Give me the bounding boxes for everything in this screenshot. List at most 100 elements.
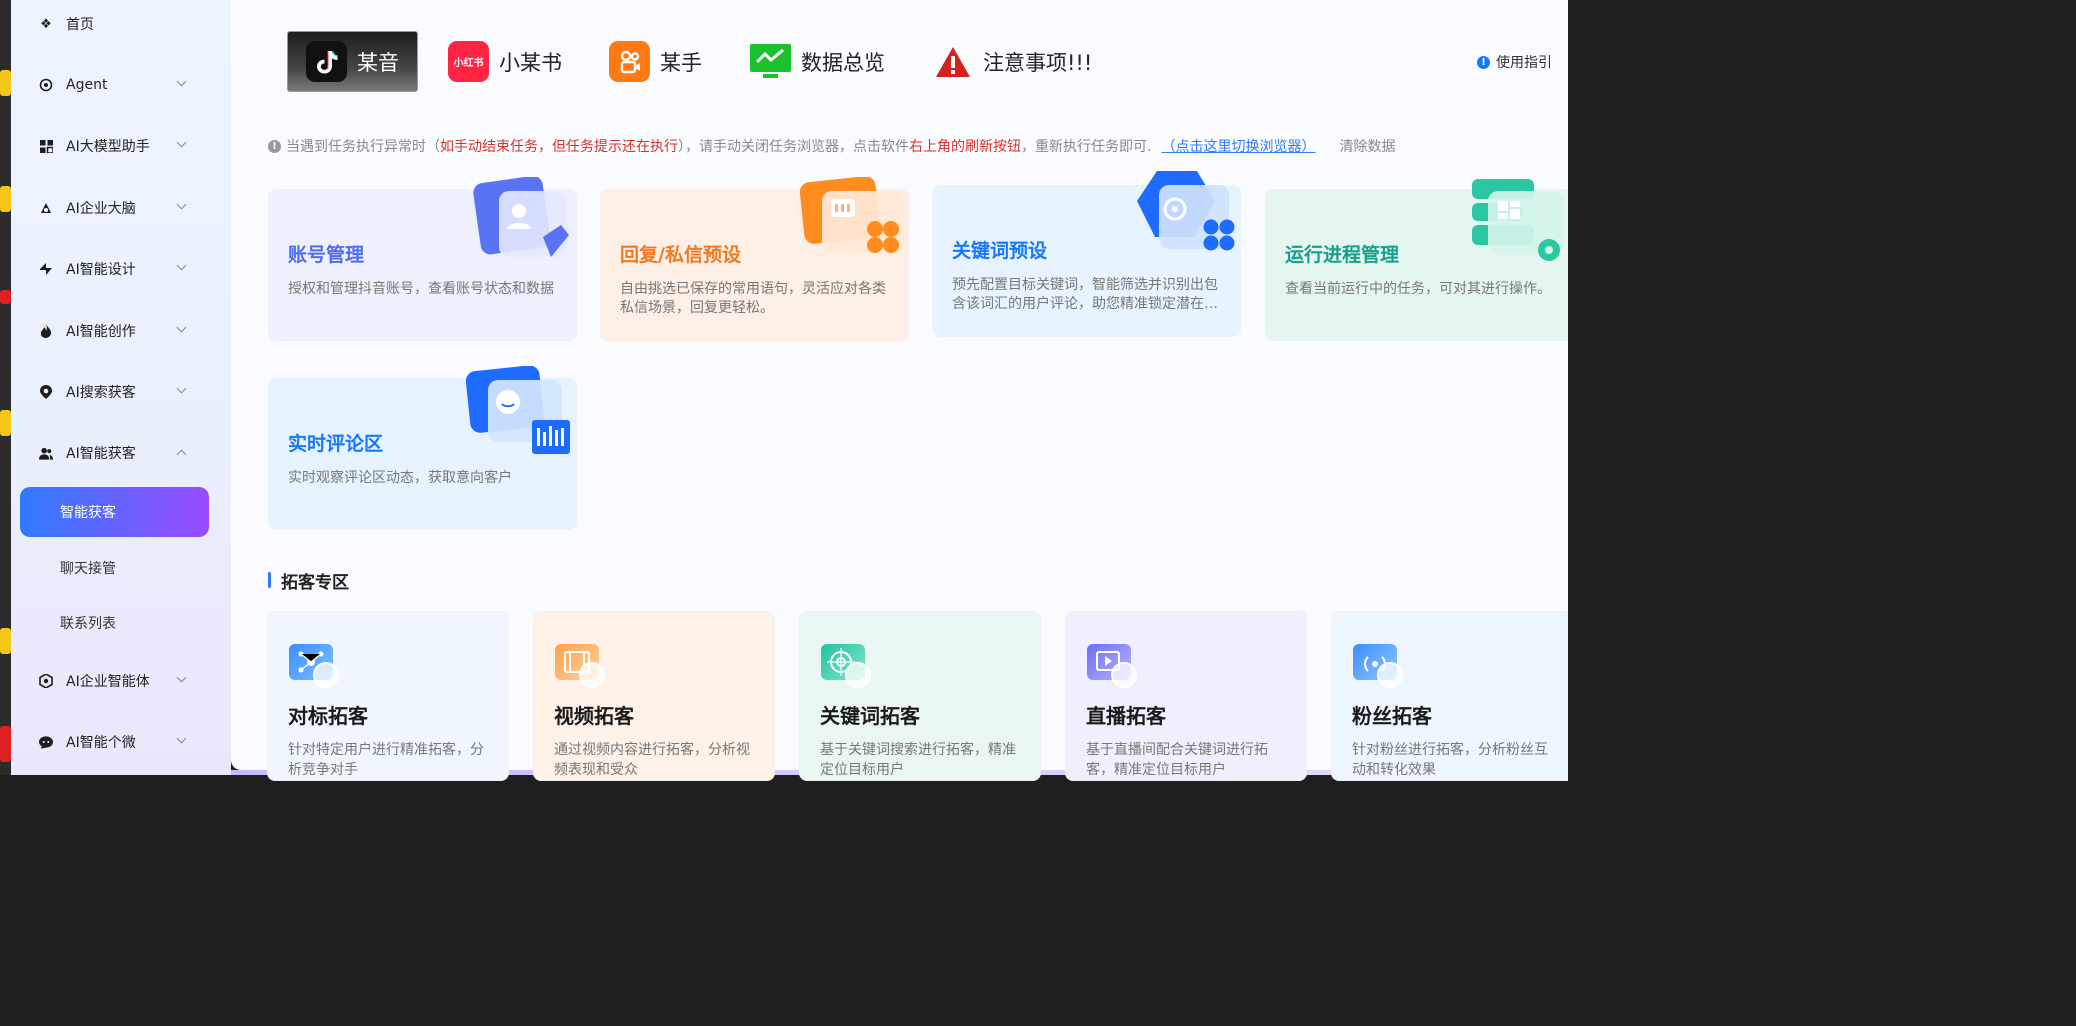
taskbar-app-icon[interactable]	[0, 726, 11, 762]
chevron-down-icon	[176, 383, 187, 394]
info-icon: !	[268, 139, 281, 153]
card-live-comments[interactable]: 实时评论区 实时观察评论区动态，获取意向客户	[268, 365, 577, 530]
notice-highlight: 右上角的刷新按钮	[909, 139, 1021, 155]
taskbar-app-icon[interactable]	[0, 410, 11, 436]
sidebar-item-label: AI智能创作	[66, 324, 136, 340]
usage-guide-label: 使用指引	[1496, 55, 1552, 71]
card-description: 查看当前运行中的任务，可对其进行操作。	[1285, 281, 1551, 297]
card-title: 回复/私信预设	[620, 244, 741, 266]
card-title: 对标拓客	[288, 704, 368, 728]
sidebar-item-ai-personal-wechat[interactable]: AI智能个微	[11, 722, 231, 762]
xiaohongshu-logo-icon: 小红书	[448, 41, 489, 82]
douyin-logo-icon	[306, 41, 347, 82]
sidebar-item-agent[interactable]: Agent	[11, 65, 231, 105]
tab-xiaohongshu[interactable]: 小红书 小某书	[448, 31, 562, 92]
chat-icon	[39, 735, 53, 749]
os-taskbar-strip	[0, 0, 11, 775]
card-title: 实时评论区	[288, 433, 384, 455]
sidebar-item-ai-design[interactable]: AI智能设计	[11, 249, 231, 289]
location-icon	[39, 385, 53, 399]
card-description: 针对粉丝进行拓客，分析粉丝互动和转化效果	[1352, 742, 1548, 778]
card-title: 关键词预设	[952, 240, 1048, 262]
sidebar-item-ai-search-leads[interactable]: AI搜索获客	[11, 372, 231, 412]
sidebar-subitem-chat-takeover[interactable]: 聊天接管	[20, 543, 209, 593]
notice-bar: ! 当遇到任务执行异常时（ 如手动结束任务，但任务提示还在执行 ），请手动关闭任…	[268, 136, 1395, 156]
section-title-lead-zone: 拓客专区	[268, 570, 349, 593]
tab-label: 某音	[357, 50, 399, 75]
card-account-management[interactable]: 账号管理 授权和管理抖音账号，查看账号状态和数据	[268, 175, 577, 341]
sidebar-item-label: AI智能获客	[66, 446, 136, 462]
sidebar-item-ai-model-assistant[interactable]: AI大模型助手	[11, 126, 231, 166]
card-live-leads[interactable]: 直播拓客 基于直播间配合关键词进行拓客，精准定位目标用户	[1065, 611, 1307, 781]
card-keyword-preset[interactable]: 关键词预设 预先配置目标关键词，智能筛选并识别出包含该词汇的用户评论，助您精准锁…	[932, 171, 1241, 337]
clear-data-button[interactable]: 清除数据	[1339, 136, 1395, 156]
sidebar-item-label: AI智能设计	[66, 262, 136, 278]
sidebar-subitem-smart-leads[interactable]: 智能获客	[20, 487, 209, 537]
dashboard-icon	[1468, 177, 1568, 273]
chevron-down-icon	[176, 733, 187, 744]
user-badge-icon	[1377, 662, 1403, 688]
card-description: 通过视频内容进行拓客，分析视频表现和受众	[554, 742, 750, 778]
sidebar-item-ai-smart-leads[interactable]: AI智能获客	[11, 433, 231, 473]
card-title: 关键词拓客	[820, 704, 920, 728]
tab-douyin[interactable]: 某音	[287, 31, 418, 92]
card-description: 预先配置目标关键词，智能筛选并识别出包含该词汇的用户评论，助您精准锁定潜在…	[952, 277, 1218, 312]
card-title: 粉丝拓客	[1352, 704, 1432, 728]
card-description: 实时观察评论区动态，获取意向客户	[288, 470, 512, 486]
sidebar-item-enterprise-brain[interactable]: AI企业大脑	[11, 188, 231, 228]
kuaishou-logo-icon	[609, 41, 650, 82]
sidebar-item-label: AI企业智能体	[66, 674, 150, 690]
section-title-text: 拓客专区	[281, 572, 349, 593]
tab-data-overview[interactable]: 数据总览	[750, 31, 885, 92]
film-icon	[555, 644, 605, 688]
card-video-leads[interactable]: 视频拓客 通过视频内容进行拓客，分析视频表现和受众	[533, 611, 775, 781]
taskbar-app-icon[interactable]	[0, 628, 11, 654]
sidebar-subitem-contact-list[interactable]: 联系列表	[20, 598, 209, 648]
card-title: 视频拓客	[554, 704, 634, 728]
chevron-down-icon	[176, 137, 187, 148]
sidebar: ❖ 首页 Agent AI大模型助手 AI企业大脑 AI智能设计 AI智能创作	[11, 0, 231, 775]
grid-icon	[39, 139, 53, 153]
usage-guide-link[interactable]: ! 使用指引	[1477, 52, 1552, 72]
notice-highlight: 如手动结束任务，但任务提示还在执行	[440, 139, 678, 155]
card-description: 基于关键词搜索进行拓客，精准定位目标用户	[820, 742, 1016, 778]
card-fan-leads[interactable]: 粉丝拓客 针对粉丝进行拓客，分析粉丝互动和转化效果	[1331, 611, 1568, 781]
card-benchmark-leads[interactable]: 对标拓客 针对特定用户进行精准拓客，分析竞争对手	[267, 611, 509, 781]
info-icon: !	[1477, 55, 1490, 69]
switch-browser-link[interactable]: （点击这里切换浏览器）	[1161, 136, 1315, 156]
card-description: 针对特定用户进行精准拓客，分析竞争对手	[288, 742, 484, 778]
brain-icon	[39, 201, 53, 215]
users-icon	[39, 446, 53, 460]
card-description: 自由挑选已保存的常用语句，灵活应对各类私信场景，回复更轻松。	[620, 281, 886, 316]
notice-text: ，重新执行任务即可.	[1021, 139, 1152, 155]
chevron-down-icon	[176, 322, 187, 333]
tab-kuaishou[interactable]: 某手	[609, 31, 702, 92]
flame-icon	[39, 324, 53, 338]
notice-text: 当遇到任务执行异常时（	[286, 139, 440, 155]
user-badge-icon	[845, 662, 871, 688]
card-description: 基于直播间配合关键词进行拓客，精准定位目标用户	[1086, 742, 1268, 778]
monitor-chart-icon	[750, 41, 791, 82]
sidebar-item-ai-creation[interactable]: AI智能创作	[11, 311, 231, 351]
taskbar-app-icon[interactable]	[0, 290, 11, 304]
sidebar-item-home[interactable]: ❖ 首页	[11, 4, 231, 44]
card-keyword-leads[interactable]: 关键词拓客 基于关键词搜索进行拓客，精准定位目标用户	[799, 611, 1041, 781]
card-reply-preset[interactable]: 回复/私信预设 自由挑选已保存的常用语句，灵活应对各类私信场景，回复更轻松。	[600, 176, 909, 341]
account-icon	[473, 175, 573, 271]
sidebar-item-label: Agent	[66, 77, 108, 93]
user-badge-icon	[1111, 662, 1137, 688]
user-badge-icon	[579, 662, 605, 688]
notice-text: ），请手动关闭任务浏览器，点击软件	[678, 139, 909, 155]
tab-notes[interactable]: 注意事项!!!	[932, 31, 1092, 92]
taskbar-app-icon[interactable]	[0, 70, 11, 96]
taskbar-app-icon[interactable]	[0, 186, 11, 212]
chevron-up-icon	[176, 449, 187, 460]
chevron-down-icon	[176, 199, 187, 210]
sidebar-item-enterprise-agent[interactable]: AI企业智能体	[11, 661, 231, 701]
card-process-management[interactable]: 运行进程管理 查看当前运行中的任务，可对其进行操作。	[1265, 179, 1568, 341]
tab-label: 某手	[660, 50, 702, 75]
design-icon	[39, 262, 53, 276]
target-icon	[1137, 171, 1243, 267]
sidebar-item-label: AI企业大脑	[66, 201, 136, 217]
card-title: 运行进程管理	[1285, 244, 1400, 266]
